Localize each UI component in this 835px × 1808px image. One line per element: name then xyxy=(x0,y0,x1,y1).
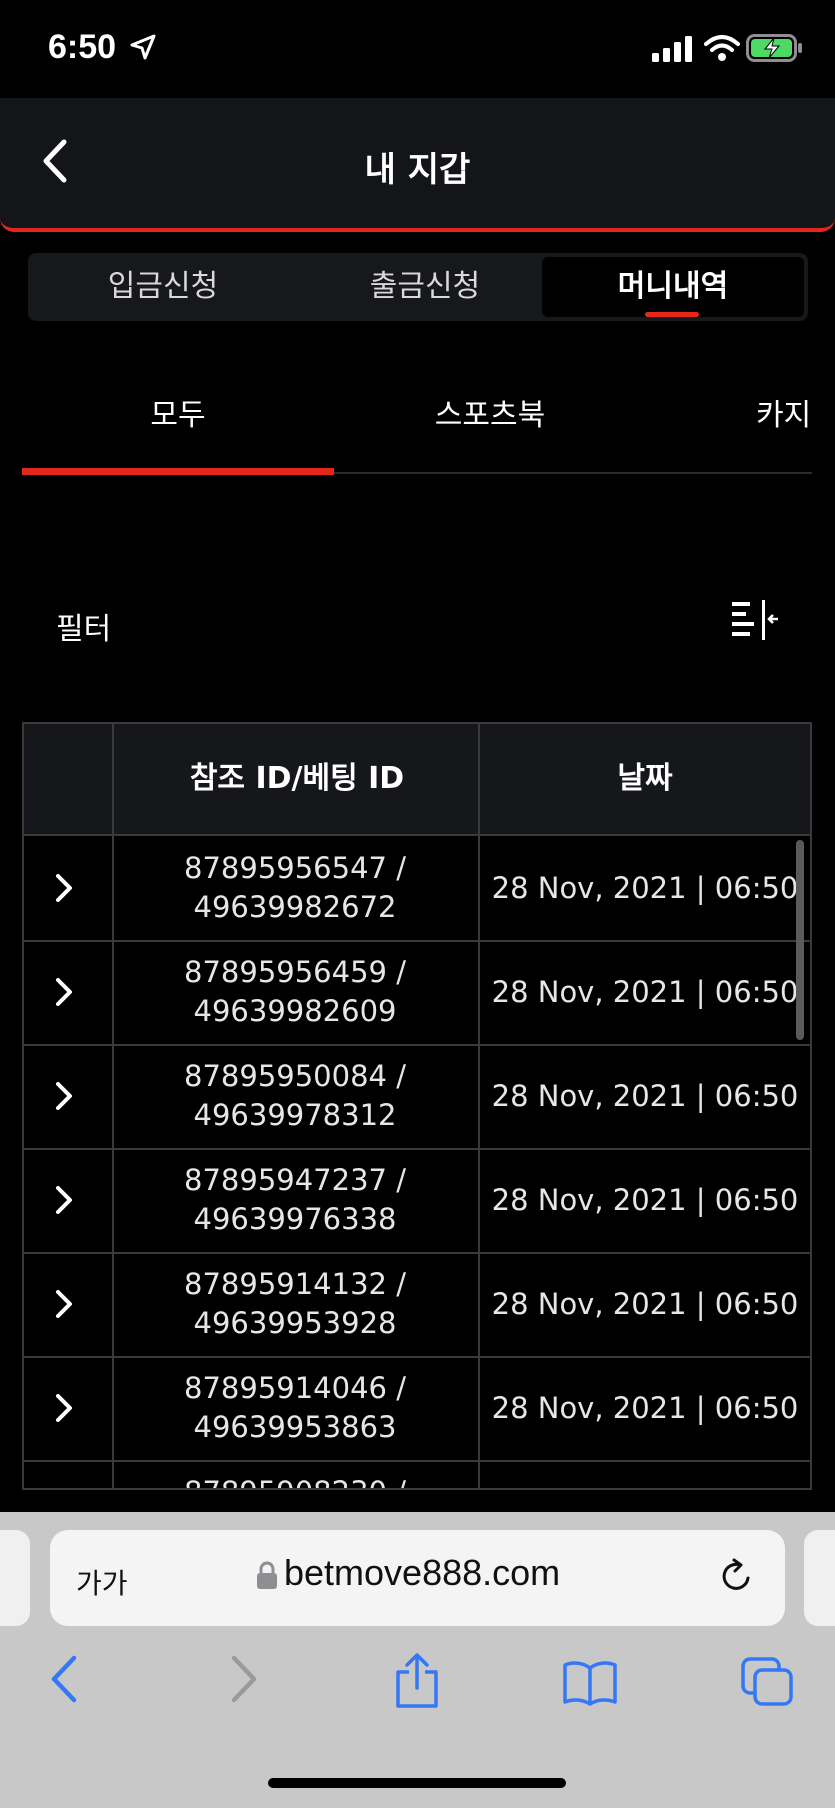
filter-toggle-icon[interactable] xyxy=(732,600,780,640)
table-row[interactable]: 87895914132 /49639953928 28 Nov, 2021 | … xyxy=(24,1252,810,1358)
active-tab-indicator xyxy=(645,312,699,317)
table-header: 참조 ID/베팅 ID 날짜 xyxy=(24,724,810,836)
status-time: 6:50 xyxy=(48,28,117,66)
row-date: 28 Nov, 2021 | 06:50 xyxy=(491,1183,799,1217)
wallet-tabs: 입금신청 출금신청 머니내역 xyxy=(28,253,808,321)
browser-back-icon[interactable] xyxy=(48,1654,80,1704)
row-date: 28 Nov, 2021 | 06:50 xyxy=(491,975,799,1009)
location-arrow-icon xyxy=(130,34,156,60)
money-history-table: 참조 ID/베팅 ID 날짜 87895956547 /49639982672 … xyxy=(22,722,812,1490)
filter-label: 필터 xyxy=(56,612,112,647)
row-date xyxy=(480,1460,810,1488)
app-header: 내 지갑 xyxy=(0,98,835,232)
table-row[interactable]: 87895908230 / xyxy=(24,1460,810,1488)
column-header-date: 날짜 xyxy=(617,761,673,796)
ref-bet-id: 87895956547 /49639982672 xyxy=(184,851,406,924)
bookmarks-icon[interactable] xyxy=(562,1660,618,1706)
subtab-sportsbook[interactable]: 스포츠북 xyxy=(334,390,646,434)
share-icon[interactable] xyxy=(392,1652,442,1710)
table-row[interactable]: 87895950084 /49639978312 28 Nov, 2021 | … xyxy=(24,1044,810,1150)
address-bar[interactable]: 가가 betmove888.com xyxy=(50,1530,785,1626)
table-row[interactable]: 87895956459 /49639982609 28 Nov, 2021 | … xyxy=(24,940,810,1046)
column-divider xyxy=(112,724,114,1488)
row-date: 28 Nov, 2021 | 06:50 xyxy=(491,871,799,905)
previous-tab-pill[interactable] xyxy=(0,1530,30,1626)
ref-bet-id: 87895914132 /49639953928 xyxy=(184,1267,406,1340)
subtab-active-indicator xyxy=(22,468,334,475)
row-date: 28 Nov, 2021 | 06:50 xyxy=(491,1391,799,1425)
column-header-ref-id: 참조 ID/베팅 ID xyxy=(189,761,405,796)
battery-charging-icon xyxy=(746,34,802,62)
row-date: 28 Nov, 2021 | 06:50 xyxy=(491,1079,799,1113)
lock-icon xyxy=(257,1561,277,1589)
cellular-signal-icon xyxy=(652,36,692,62)
ref-bet-id: 87895950084 /49639978312 xyxy=(184,1059,406,1132)
expand-chevron-icon[interactable] xyxy=(54,872,74,904)
home-indicator xyxy=(268,1778,566,1788)
ref-bet-id: 87895908230 / xyxy=(112,1473,478,1488)
table-scrollbar[interactable] xyxy=(796,840,804,1040)
row-date: 28 Nov, 2021 | 06:50 xyxy=(491,1287,799,1321)
subtab-all[interactable]: 모두 xyxy=(22,390,334,434)
ref-bet-id: 87895956459 /49639982609 xyxy=(184,955,406,1028)
tab-deposit-request[interactable]: 입금신청 xyxy=(32,257,294,317)
wifi-icon xyxy=(704,35,740,61)
table-row[interactable]: 87895956547 /49639982672 28 Nov, 2021 | … xyxy=(24,836,810,942)
reload-icon[interactable] xyxy=(716,1556,756,1596)
tab-withdraw-request[interactable]: 출금신청 xyxy=(294,257,556,317)
expand-chevron-icon[interactable] xyxy=(54,1080,74,1112)
expand-chevron-icon[interactable] xyxy=(54,976,74,1008)
table-row[interactable]: 87895947237 /49639976338 28 Nov, 2021 | … xyxy=(24,1148,810,1254)
page-title: 내 지갑 xyxy=(364,150,471,190)
ref-bet-id: 87895947237 /49639976338 xyxy=(184,1163,406,1236)
expand-chevron-icon[interactable] xyxy=(54,1184,74,1216)
tabs-icon[interactable] xyxy=(740,1656,794,1708)
text-size-button[interactable]: 가가 xyxy=(76,1562,128,1602)
browser-forward-icon[interactable] xyxy=(228,1654,260,1704)
tab-money-history[interactable]: 머니내역 xyxy=(542,257,804,317)
next-tab-pill[interactable] xyxy=(804,1530,835,1626)
url-text: betmove888.com xyxy=(284,1552,561,1593)
column-divider xyxy=(478,724,480,1488)
expand-chevron-icon[interactable] xyxy=(54,1288,74,1320)
table-row[interactable]: 87895914046 /49639953863 28 Nov, 2021 | … xyxy=(24,1356,810,1462)
ref-bet-id: 87895914046 /49639953863 xyxy=(184,1371,406,1444)
expand-chevron-icon[interactable] xyxy=(54,1392,74,1424)
subtab-casino[interactable]: 카지 xyxy=(756,390,811,434)
